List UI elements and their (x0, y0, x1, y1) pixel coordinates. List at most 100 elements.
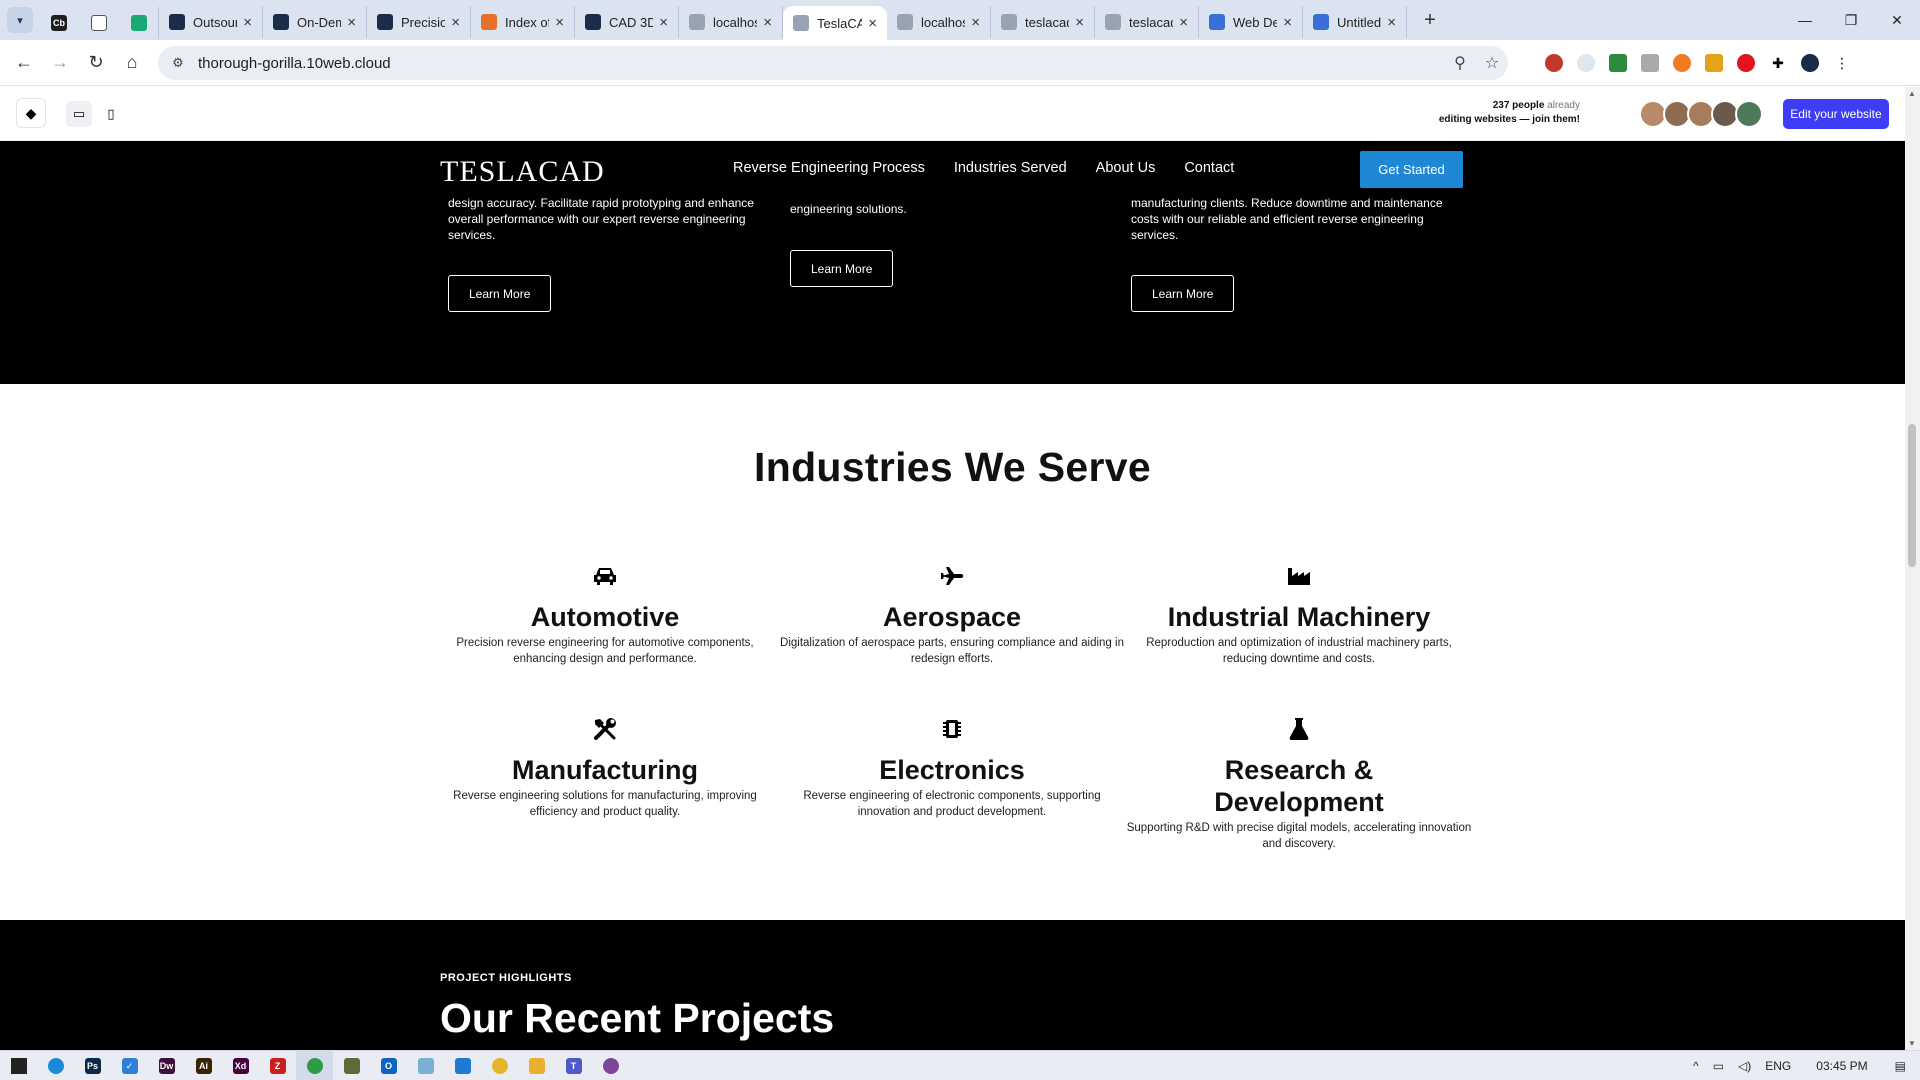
browser-tab[interactable]: Index of /c × (471, 6, 575, 38)
extension-icon-5[interactable] (1666, 47, 1698, 79)
close-tab-icon[interactable]: × (1075, 14, 1084, 31)
pinned-tab-2[interactable] (79, 7, 119, 39)
close-tab-icon[interactable]: × (1387, 14, 1396, 31)
browser-tab[interactable]: On-Deman × (263, 6, 367, 38)
browser-tab[interactable]: CAD 3D M × (575, 6, 679, 38)
clock[interactable]: 03:45 PM (1816, 1059, 1867, 1073)
photoshop-icon[interactable]: Ps (74, 1051, 111, 1080)
edit-website-button[interactable]: Edit your website (1783, 99, 1889, 129)
restore-icon[interactable]: ❐ (1828, 0, 1874, 40)
pinned-tab-1[interactable]: Cb (39, 7, 79, 39)
browser-tab[interactable]: TeslaCAD: × (783, 6, 887, 40)
close-tab-icon[interactable]: × (763, 14, 772, 31)
menu-dots-icon[interactable]: ⋮ (1826, 47, 1858, 79)
windows-start-icon[interactable] (0, 1051, 37, 1080)
scrollbar-thumb[interactable] (1908, 424, 1916, 567)
close-tab-icon[interactable]: × (971, 14, 980, 31)
learn-more-button-1[interactable]: Learn More (448, 275, 552, 312)
notifications-icon[interactable]: ▤ (1895, 1059, 1906, 1073)
volume-icon[interactable]: ◁) (1738, 1059, 1751, 1073)
file-explorer-icon[interactable] (518, 1051, 555, 1080)
industry-card-electronics: Electronics Reverse engineering of elect… (779, 714, 1125, 820)
address-bar[interactable]: ⚙ thorough-gorilla.10web.cloud ⚲ ☆ (158, 46, 1508, 80)
browser-tab[interactable]: Outsource × (159, 6, 263, 38)
outlook-icon[interactable]: O (370, 1051, 407, 1080)
browser-tab[interactable]: Precision S × (367, 6, 471, 38)
mobile-view-icon[interactable]: ▯ (98, 101, 124, 127)
forward-icon[interactable]: → (44, 47, 76, 79)
learn-more-button-2[interactable]: Learn More (790, 250, 894, 287)
editor-logo-icon[interactable]: ◆ (16, 98, 46, 128)
close-tab-icon[interactable]: × (555, 14, 564, 31)
home-icon[interactable]: ⌂ (116, 47, 148, 79)
close-tab-icon[interactable]: × (347, 14, 356, 31)
chrome-icon[interactable] (296, 1050, 333, 1080)
zoom-icon[interactable]: ⚲ (1444, 53, 1476, 73)
filezilla-icon[interactable]: Z (259, 1051, 296, 1080)
minimize-icon[interactable]: — (1782, 0, 1828, 40)
folder-app-icon[interactable] (333, 1051, 370, 1080)
teams-icon[interactable]: T (555, 1051, 592, 1080)
tab-favicon (273, 14, 289, 30)
site-logo[interactable]: TESLACAD (440, 155, 605, 189)
checkmark-app-icon[interactable]: ✓ (111, 1051, 148, 1080)
illustrator-icon[interactable]: Ai (185, 1051, 222, 1080)
vscode-icon[interactable] (444, 1051, 481, 1080)
edge-icon[interactable] (37, 1051, 74, 1080)
tab-search-button[interactable]: ▾ (7, 7, 33, 33)
extension-icon-6[interactable] (1698, 47, 1730, 79)
learn-more-button-3[interactable]: Learn More (1131, 275, 1235, 312)
browser-tab[interactable]: localhost/(× (679, 6, 783, 38)
nav-industries-served[interactable]: Industries Served (954, 160, 1067, 176)
close-tab-icon[interactable]: × (659, 14, 668, 31)
tor-icon[interactable] (592, 1051, 629, 1080)
industry-desc: Reverse engineering of electronic compon… (803, 790, 1101, 818)
get-started-button[interactable]: Get Started (1360, 151, 1463, 188)
notepad-icon[interactable] (407, 1051, 444, 1080)
nav-reverse-engineering[interactable]: Reverse Engineering Process (733, 160, 925, 176)
industry-name: Manufacturing (512, 755, 698, 785)
close-window-icon[interactable]: ✕ (1874, 0, 1920, 40)
people-suffix: already (1547, 100, 1580, 111)
nav-about-us[interactable]: About Us (1096, 160, 1156, 176)
close-tab-icon[interactable]: × (1283, 14, 1292, 31)
browser-tab[interactable]: Web Desig × (1199, 6, 1303, 38)
pinned-tab-3[interactable] (119, 7, 159, 39)
extension-icon-1[interactable] (1538, 47, 1570, 79)
chrome-alt-icon[interactable] (481, 1051, 518, 1080)
language-indicator[interactable]: ENG (1765, 1059, 1791, 1073)
service-text-2: engineering solutions. (790, 202, 907, 216)
browser-tab[interactable]: Untitled – × (1303, 6, 1407, 38)
xd-icon[interactable]: Xd (222, 1051, 259, 1080)
profile-icon[interactable] (1794, 47, 1826, 79)
puzzle-icon[interactable]: ✚ (1762, 47, 1794, 79)
projects-section: PROJECT HIGHLIGHTS Our Recent Projects (0, 920, 1905, 1050)
browser-tab[interactable]: localhost/(× (887, 6, 991, 38)
close-tab-icon[interactable]: × (868, 15, 877, 32)
scroll-up-icon[interactable]: ▲ (1908, 89, 1916, 98)
bookmark-star-icon[interactable]: ☆ (1476, 53, 1508, 73)
page-scrollbar[interactable]: ▲ ▼ (1905, 87, 1920, 1050)
desktop-view-icon[interactable]: ▭ (66, 101, 92, 127)
network-icon[interactable]: ▭ (1713, 1059, 1724, 1073)
tray-chevron-icon[interactable]: ^ (1693, 1059, 1699, 1073)
nav-contact[interactable]: Contact (1184, 160, 1234, 176)
reload-icon[interactable]: ↻ (80, 47, 112, 79)
url-text[interactable]: thorough-gorilla.10web.cloud (198, 55, 1444, 72)
close-tab-icon[interactable]: × (1179, 14, 1188, 31)
close-tab-icon[interactable]: × (243, 14, 252, 31)
browser-tab[interactable]: teslacadse × (991, 6, 1095, 38)
pinned-tab-favicon: Cb (51, 15, 67, 31)
scroll-down-icon[interactable]: ▼ (1908, 1039, 1916, 1048)
opera-icon[interactable] (1730, 47, 1762, 79)
close-tab-icon[interactable]: × (451, 14, 460, 31)
extension-icon-2[interactable] (1570, 47, 1602, 79)
back-icon[interactable]: ← (8, 47, 40, 79)
new-tab-button[interactable]: + (1415, 5, 1445, 35)
factory-icon (1126, 561, 1472, 591)
browser-tab[interactable]: teslacadse × (1095, 6, 1199, 38)
site-info-icon[interactable]: ⚙ (164, 55, 192, 71)
extension-icon-3[interactable] (1602, 47, 1634, 79)
camera-icon[interactable] (1634, 47, 1666, 79)
dreamweaver-icon[interactable]: Dw (148, 1051, 185, 1080)
